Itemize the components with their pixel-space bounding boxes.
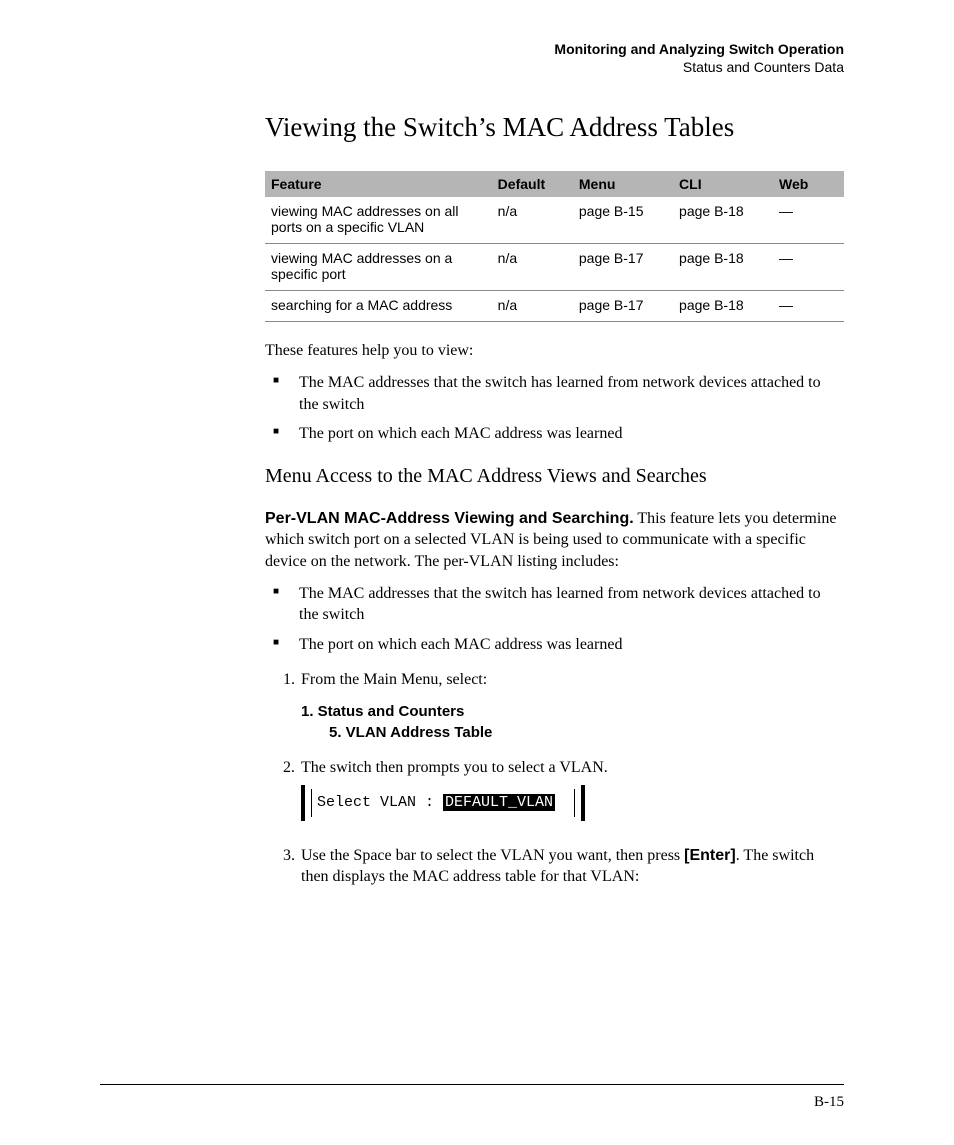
cli-selected-value: DEFAULT_VLAN (443, 794, 555, 811)
list-item: The port on which each MAC address was l… (265, 634, 844, 656)
running-header: Monitoring and Analyzing Switch Operatio… (100, 40, 844, 76)
cli-prompt-box: Select VLAN : DEFAULT_VLAN (301, 785, 585, 821)
page-title: Viewing the Switch’s MAC Address Tables (265, 112, 844, 143)
th-menu: Menu (573, 171, 673, 197)
step-text-a: Use the Space bar to select the VLAN you… (301, 847, 684, 864)
intro-bullet-list: The MAC addresses that the switch has le… (265, 372, 844, 445)
cell-web: — (773, 197, 844, 244)
step-3: Use the Space bar to select the VLAN you… (299, 845, 844, 888)
cell-default: n/a (492, 197, 573, 244)
menu-path-line1: 1. Status and Counters (301, 703, 464, 720)
footer-rule (100, 1084, 844, 1085)
run-in-heading: Per-VLAN MAC-Address Viewing and Searchi… (265, 510, 634, 527)
menu-path: 1. Status and Counters 5. VLAN Address T… (301, 701, 844, 743)
cell-web: — (773, 291, 844, 322)
cell-default: n/a (492, 244, 573, 291)
procedure-steps: From the Main Menu, select: 1. Status an… (265, 669, 844, 888)
list-item: The MAC addresses that the switch has le… (265, 583, 844, 626)
running-header-chapter: Monitoring and Analyzing Switch Operatio… (100, 40, 844, 58)
cli-label: Select VLAN : (317, 794, 443, 811)
cell-menu: page B-17 (573, 291, 673, 322)
cell-web: — (773, 244, 844, 291)
th-web: Web (773, 171, 844, 197)
page-number: B-15 (814, 1094, 844, 1111)
list-item: The MAC addresses that the switch has le… (265, 372, 844, 415)
step-1: From the Main Menu, select: 1. Status an… (299, 669, 844, 743)
table-header-row: Feature Default Menu CLI Web (265, 171, 844, 197)
table-row: viewing MAC addresses on a specific port… (265, 244, 844, 291)
cell-feature: searching for a MAC address (265, 291, 492, 322)
subsection-heading: Menu Access to the MAC Address Views and… (265, 465, 844, 488)
th-default: Default (492, 171, 573, 197)
cell-cli: page B-18 (673, 197, 773, 244)
feature-table: Feature Default Menu CLI Web viewing MAC… (265, 171, 844, 322)
lead-paragraph: Per-VLAN MAC-Address Viewing and Searchi… (265, 508, 844, 573)
running-header-section: Status and Counters Data (100, 58, 844, 76)
box-border-left-icon (311, 789, 312, 817)
cell-feature: viewing MAC addresses on a specific port (265, 244, 492, 291)
cell-feature: viewing MAC addresses on all ports on a … (265, 197, 492, 244)
para-bullet-list: The MAC addresses that the switch has le… (265, 583, 844, 656)
page: Monitoring and Analyzing Switch Operatio… (0, 0, 954, 1145)
cell-default: n/a (492, 291, 573, 322)
cell-cli: page B-18 (673, 291, 773, 322)
cell-cli: page B-18 (673, 244, 773, 291)
cell-menu: page B-15 (573, 197, 673, 244)
menu-path-line2: 5. VLAN Address Table (329, 722, 844, 743)
box-border-right-icon (574, 789, 575, 817)
content-area: Viewing the Switch’s MAC Address Tables … (265, 112, 844, 888)
th-feature: Feature (265, 171, 492, 197)
keycap-enter: [Enter] (684, 847, 736, 864)
table-row: searching for a MAC address n/a page B-1… (265, 291, 844, 322)
intro-paragraph: These features help you to view: (265, 340, 844, 362)
th-cli: CLI (673, 171, 773, 197)
step-text: The switch then prompts you to select a … (301, 759, 608, 776)
table-row: viewing MAC addresses on all ports on a … (265, 197, 844, 244)
step-2: The switch then prompts you to select a … (299, 757, 844, 833)
cell-menu: page B-17 (573, 244, 673, 291)
step-text: From the Main Menu, select: (301, 671, 487, 688)
list-item: The port on which each MAC address was l… (265, 423, 844, 445)
